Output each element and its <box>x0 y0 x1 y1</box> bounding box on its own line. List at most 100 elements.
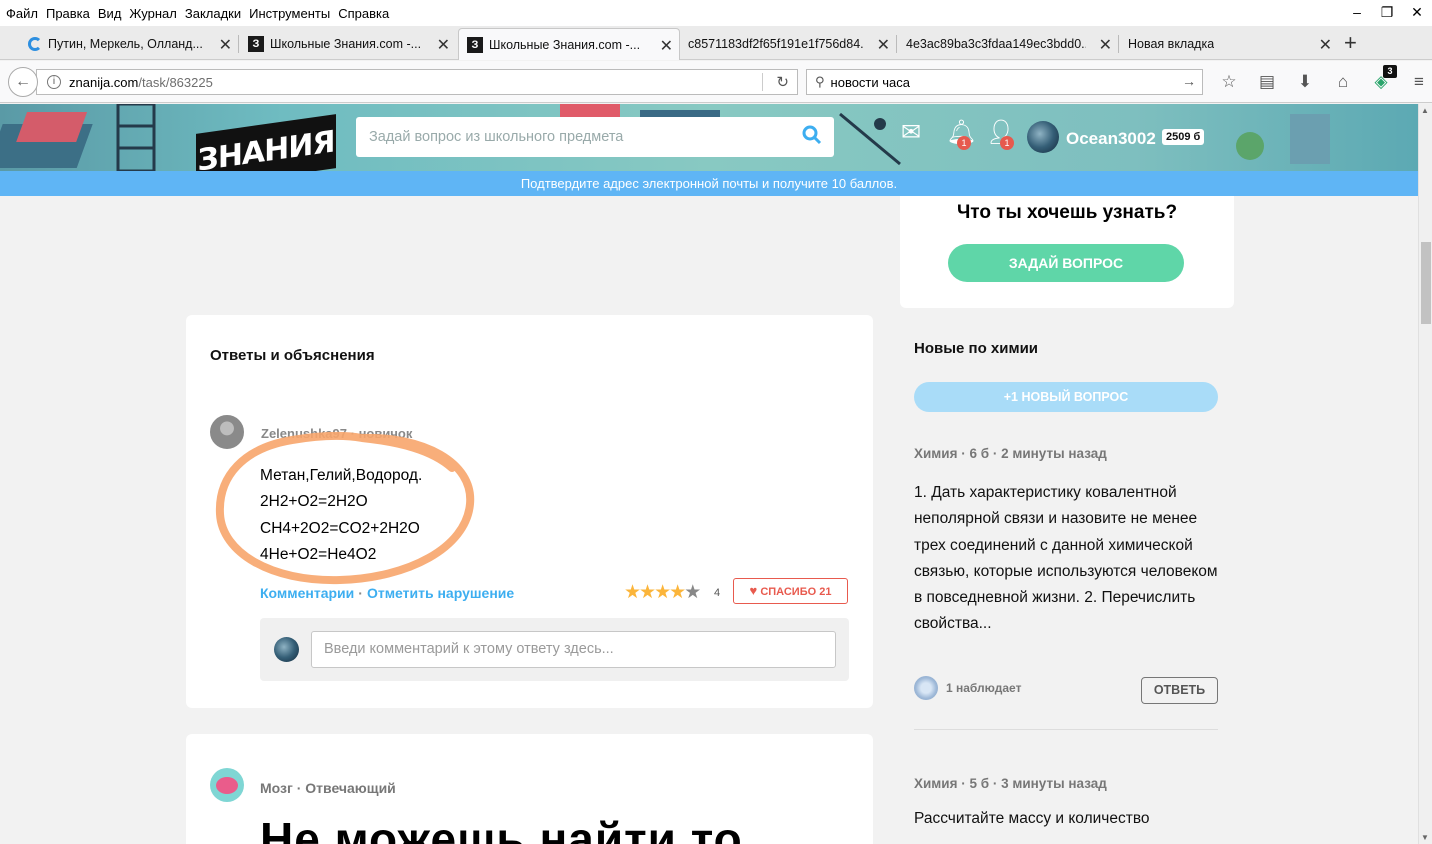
star-icon[interactable]: ★ <box>639 582 656 603</box>
back-button[interactable]: ← <box>8 67 38 97</box>
nav-bar: i znanija.com/task/863225 ↻ ← ⚲ новости … <box>0 61 1432 103</box>
new-tab-button[interactable]: + <box>1344 30 1357 56</box>
close-tab-icon[interactable]: ✕ <box>877 35 890 55</box>
tab-1[interactable]: Путин, Меркель, Олланд... ✕ <box>20 28 238 60</box>
question-meta: Химия · 6 б · 2 минуты назад <box>914 446 1107 461</box>
question-text[interactable]: 1. Дать характеристику ковалентной непол… <box>914 480 1218 638</box>
star-icon[interactable]: ★ <box>669 582 686 603</box>
reply-button[interactable]: ОТВЕТЬ <box>1141 677 1218 704</box>
spinner-icon <box>28 37 42 51</box>
tab-label: Школьные Знания.com -... <box>270 37 422 51</box>
logo-text: ЗНАНИЯ <box>197 123 335 171</box>
search-icon: ⚲ <box>815 74 825 89</box>
notification-badge: 1 <box>957 136 971 150</box>
reload-icon[interactable]: ↻ <box>776 73 789 91</box>
ask-question-button[interactable]: ЗАДАЙ ВОПРОС <box>948 244 1184 282</box>
question-time: 2 минуты назад <box>1001 446 1107 461</box>
username[interactable]: Ocean3002 <box>1066 129 1156 149</box>
tab-4[interactable]: c8571183df2f65f191e1f756d84... ✕ <box>680 28 896 60</box>
menu-help[interactable]: Справка <box>338 6 389 21</box>
close-window-icon[interactable]: ✕ <box>1402 0 1432 26</box>
tab-label: c8571183df2f65f191e1f756d84... <box>688 37 864 51</box>
ask-question-card: Что ты хочешь узнать? ЗАДАЙ ВОПРОС <box>900 196 1234 308</box>
menu-file[interactable]: Файл <box>6 6 38 21</box>
close-tab-icon[interactable]: ✕ <box>660 36 673 56</box>
star-icon[interactable]: ★ <box>624 582 641 603</box>
tab-2[interactable]: З Школьные Знания.com -... ✕ <box>240 28 456 60</box>
menu-view[interactable]: Вид <box>98 6 122 21</box>
report-link[interactable]: Отметить нарушение <box>367 585 514 601</box>
points-badge: 2509 б <box>1162 129 1205 145</box>
browser-search-bar[interactable]: ⚲ новости часа → <box>806 69 1203 95</box>
menu-history[interactable]: Журнал <box>129 6 176 21</box>
znanija-favicon-icon: З <box>248 36 264 52</box>
tab-3-active[interactable]: З Школьные Знания.com -... ✕ <box>458 28 680 60</box>
question-time: 3 минуты назад <box>1001 776 1107 791</box>
thanks-label: СПАСИБО 21 <box>760 586 832 598</box>
info-icon[interactable]: i <box>47 75 61 89</box>
menu-bar: Файл Правка Вид Журнал Закладки Инструме… <box>0 0 1432 26</box>
site-search-input[interactable]: Задай вопрос из школьного предмета <box>356 117 834 157</box>
question-points: 6 б <box>969 446 990 461</box>
close-tab-icon[interactable]: ✕ <box>219 35 232 55</box>
tab-6[interactable]: Новая вкладка ✕ <box>1120 28 1338 60</box>
rating-stars[interactable]: ★★★★★ <box>624 581 701 604</box>
rating-count: 4 <box>714 587 721 599</box>
comments-link[interactable]: Комментарии <box>260 585 354 601</box>
home-icon[interactable]: ⌂ <box>1324 69 1362 95</box>
promo-heading: Не можешь найти то <box>260 813 743 844</box>
url-host: znanija.com <box>69 74 139 90</box>
tab-5[interactable]: 4e3ac89ba3c3fdaa149ec3bdd0... ✕ <box>898 28 1118 60</box>
menu-tools[interactable]: Инструменты <box>249 6 330 21</box>
restore-icon[interactable]: ❐ <box>1372 0 1402 26</box>
menu-hamburger-icon[interactable]: ≡ <box>1400 69 1432 95</box>
back-arrow-icon: ← <box>15 73 31 90</box>
addon-icon[interactable]: ◈ 3 <box>1362 65 1400 95</box>
scroll-up-icon[interactable]: ▲ <box>1421 106 1429 115</box>
question-meta: Химия · 5 б · 3 минуты назад <box>914 776 1107 791</box>
thanks-button[interactable]: ♥ СПАСИБО 21 <box>733 578 848 604</box>
download-icon[interactable]: ⬇ <box>1286 69 1324 95</box>
go-arrow-icon[interactable]: → <box>1182 73 1196 89</box>
minimize-icon[interactable]: – <box>1342 0 1372 26</box>
question-subject[interactable]: Химия <box>914 776 957 791</box>
answer-links: Комментарии · Отметить нарушение <box>260 585 515 601</box>
menu-bookmarks[interactable]: Закладки <box>185 6 241 21</box>
comment-box: Введи комментарий к этому ответу здесь..… <box>260 618 849 681</box>
star-icon[interactable]: ★ <box>684 582 701 603</box>
close-tab-icon[interactable]: ✕ <box>1099 35 1112 55</box>
confirm-email-banner[interactable]: Подтвердите адрес электронной почты и по… <box>0 171 1418 196</box>
site-search-placeholder: Задай вопрос из школьного предмета <box>369 129 624 145</box>
new-question-button[interactable]: +1 НОВЫЙ ВОПРОС <box>914 382 1218 412</box>
author-name[interactable]: Мозг <box>260 780 293 796</box>
toolbar-icons: ☆ ▤ ⬇ ⌂ ◈ 3 ≡ <box>1210 65 1432 95</box>
tab-label: Школьные Знания.com -... <box>489 37 641 52</box>
envelope-icon[interactable]: ✉ <box>901 118 921 147</box>
question-points: 5 б <box>969 776 990 791</box>
page-scrollbar[interactable]: ▲ ▼ <box>1418 104 1432 844</box>
window-controls: – ❐ ✕ <box>1342 0 1432 26</box>
friends-badge: 1 <box>1000 136 1014 150</box>
author-rank: Отвечающий <box>305 780 396 796</box>
bookmark-star-icon[interactable]: ☆ <box>1210 69 1248 95</box>
answer-author-line: Мозг · Отвечающий <box>260 780 396 796</box>
avatar[interactable] <box>210 768 244 802</box>
ask-heading: Что ты хочешь узнать? <box>956 202 1178 223</box>
url-bar[interactable]: i znanija.com/task/863225 ↻ <box>36 69 798 95</box>
star-icon[interactable]: ★ <box>654 582 671 603</box>
close-tab-icon[interactable]: ✕ <box>437 35 450 55</box>
search-icon[interactable] <box>802 125 822 145</box>
scrollbar-thumb[interactable] <box>1421 242 1431 324</box>
menu-edit[interactable]: Правка <box>46 6 90 21</box>
user-avatar[interactable] <box>1027 121 1059 153</box>
comment-placeholder: Введи комментарий к этому ответу здесь..… <box>324 641 614 657</box>
question-text[interactable]: Рассчитайте массу и количество <box>914 810 1218 828</box>
close-tab-icon[interactable]: ✕ <box>1319 35 1332 55</box>
addon-badge: 3 <box>1383 65 1397 78</box>
scroll-down-icon[interactable]: ▼ <box>1421 833 1429 842</box>
tab-label: 4e3ac89ba3c3fdaa149ec3bdd0... <box>906 37 1086 51</box>
question-subject[interactable]: Химия <box>914 446 957 461</box>
reading-list-icon[interactable]: ▤ <box>1248 69 1286 95</box>
comment-input[interactable]: Введи комментарий к этому ответу здесь..… <box>311 631 836 668</box>
brain-icon <box>216 776 238 794</box>
